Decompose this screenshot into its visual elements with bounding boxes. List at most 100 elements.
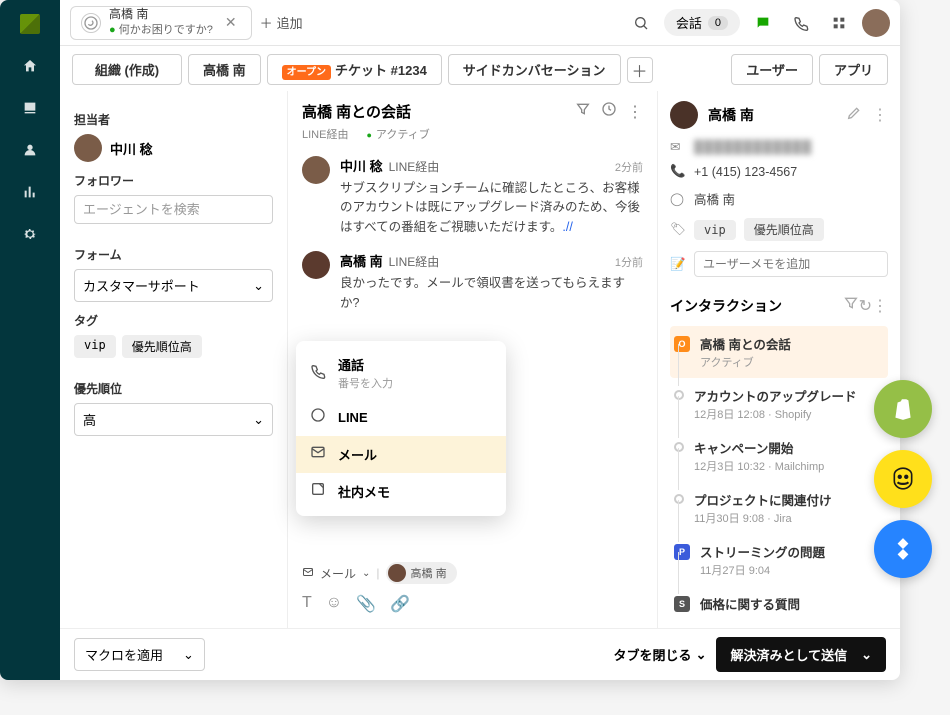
more-icon[interactable]: ⋮ bbox=[627, 102, 643, 122]
priority-label: 優先順位 bbox=[74, 380, 273, 397]
tag-icon: 🏷 bbox=[670, 222, 686, 237]
timeline-item[interactable]: アカウントのアップグレード12月8日 12:08 · Shopify bbox=[670, 378, 888, 430]
refresh-icon[interactable]: ↻ bbox=[859, 296, 872, 316]
message-item: 中川 稔 LINE経由2分前 サブスクリプションチームに確認したところ、お客様の… bbox=[302, 156, 643, 237]
search-icon[interactable] bbox=[626, 8, 656, 38]
channel-line[interactable]: LINE bbox=[296, 399, 506, 436]
assignee-avatar bbox=[74, 134, 102, 162]
chevron-down-icon: ⌄ bbox=[253, 278, 264, 294]
conversations-pill[interactable]: 会話 0 bbox=[664, 9, 740, 36]
attachment-icon[interactable]: 📎 bbox=[356, 594, 376, 614]
history-icon[interactable] bbox=[601, 101, 617, 122]
interactions-title: インタラクション bbox=[670, 296, 843, 316]
jira-icon[interactable] bbox=[874, 520, 932, 578]
recipient-avatar bbox=[388, 564, 406, 582]
topbar: 高橋 南 ● 何かお困りですか? ✕ ＋ 追加 会話 0 bbox=[60, 0, 900, 46]
whatsapp-icon bbox=[310, 407, 328, 428]
channel-dropdown: 通話番号を入力 LINE メール 社内メモ bbox=[296, 341, 506, 516]
agent-avatar bbox=[302, 156, 330, 184]
chevron-down-icon: ⌄ bbox=[183, 647, 194, 663]
timeline-item[interactable]: O高橋 南との会話アクティブ bbox=[670, 326, 888, 378]
link-icon[interactable]: 🔗 bbox=[390, 594, 410, 614]
chat-icon[interactable] bbox=[748, 8, 778, 38]
user-note-input[interactable] bbox=[694, 251, 888, 277]
channel-call[interactable]: 通話番号を入力 bbox=[296, 347, 506, 399]
integration-apps bbox=[874, 380, 932, 578]
timeline-item[interactable]: プロジェクトに関連付け11月30日 9:08 · Jira bbox=[670, 482, 888, 534]
whatsapp-icon: ◯ bbox=[670, 191, 686, 206]
edit-icon[interactable] bbox=[846, 105, 862, 126]
mail-icon: ✉ bbox=[670, 139, 686, 154]
timeline-item[interactable]: キャンペーン開始12月3日 10:32 · Mailchimp bbox=[670, 430, 888, 482]
conversation-title: 高橋 南との会話 bbox=[302, 101, 565, 122]
tab-app[interactable]: アプリ bbox=[819, 54, 888, 85]
inbox-icon[interactable] bbox=[18, 96, 42, 120]
settings-icon[interactable] bbox=[18, 222, 42, 246]
tab-user[interactable]: ユーザー bbox=[731, 54, 813, 85]
tab-side-conv[interactable]: サイドカンバセーション bbox=[448, 54, 621, 85]
phone-icon bbox=[310, 363, 328, 384]
close-tab-button[interactable]: タブを閉じる ⌄ bbox=[614, 645, 707, 664]
composer: メール ⌄ | 高橋 南 T ☺ 📎 🔗 bbox=[288, 554, 657, 628]
tab-customer[interactable]: 高橋 南 bbox=[188, 54, 261, 85]
tab-org[interactable]: 組織 (作成) bbox=[72, 54, 182, 85]
tag-vip[interactable]: vip bbox=[74, 335, 116, 358]
form-label: フォーム bbox=[74, 246, 273, 263]
recipient-chip[interactable]: 高橋 南 bbox=[386, 562, 457, 584]
status-label: アクティブ bbox=[366, 126, 429, 142]
home-icon[interactable] bbox=[18, 54, 42, 78]
apps-icon[interactable] bbox=[824, 8, 854, 38]
whatsapp-icon bbox=[81, 13, 101, 33]
shopify-icon[interactable] bbox=[874, 380, 932, 438]
context-tabs: 組織 (作成) 高橋 南 オープンチケット #1234 サイドカンバセーション … bbox=[60, 46, 900, 91]
follower-input[interactable] bbox=[74, 195, 273, 224]
customer-email: ████████████ bbox=[694, 140, 812, 154]
add-tab-button[interactable]: ＋ 追加 bbox=[260, 13, 303, 32]
tab-ticket[interactable]: オープンチケット #1234 bbox=[267, 54, 442, 85]
chevron-down-icon: ⌄ bbox=[696, 647, 707, 663]
close-icon[interactable]: ✕ bbox=[221, 14, 241, 31]
chevron-down-icon: ⌄ bbox=[362, 568, 370, 579]
mailchimp-icon[interactable] bbox=[874, 450, 932, 508]
submit-button[interactable]: 解決済みとして送信⌄ bbox=[716, 637, 886, 672]
conv-count: 0 bbox=[708, 16, 728, 30]
assignee-field[interactable]: 中川 稔 bbox=[74, 134, 273, 162]
follower-label: フォロワー bbox=[74, 172, 273, 189]
composer-channel[interactable]: メール bbox=[320, 565, 356, 582]
phone-icon[interactable] bbox=[786, 8, 816, 38]
customers-icon[interactable] bbox=[18, 138, 42, 162]
more-icon[interactable]: ⋮ bbox=[872, 296, 888, 316]
conversation-tab[interactable]: 高橋 南 ● 何かお困りですか? ✕ bbox=[70, 6, 252, 40]
customer-phone: +1 (415) 123-4567 bbox=[694, 165, 797, 179]
via-label: LINE経由 bbox=[302, 126, 348, 142]
customer-name: 高橋 南 bbox=[708, 105, 836, 125]
timeline-dot bbox=[674, 390, 684, 400]
user-avatar[interactable] bbox=[862, 9, 890, 37]
tag-priority[interactable]: 優先順位高 bbox=[122, 335, 202, 358]
tag-label: タグ bbox=[74, 312, 273, 329]
interaction-timeline: O高橋 南との会話アクティブアカウントのアップグレード12月8日 12:08 ·… bbox=[670, 326, 888, 621]
emoji-icon[interactable]: ☺ bbox=[326, 594, 342, 614]
customer-panel: 高橋 南 ⋮ ✉████████████ 📞+1 (415) 123-4567 … bbox=[658, 91, 900, 628]
timeline-item[interactable]: S価格に関する質問 bbox=[670, 586, 888, 621]
mail-icon bbox=[310, 444, 328, 465]
form-select[interactable]: カスタマーサポート⌄ bbox=[74, 269, 273, 302]
channel-note[interactable]: 社内メモ bbox=[296, 473, 506, 510]
footer-bar: マクロを適用⌄ タブを閉じる ⌄ 解決済みとして送信⌄ bbox=[60, 628, 900, 680]
timeline-item[interactable]: Pストリーミングの問題11月27日 9:04 bbox=[670, 534, 888, 586]
timeline-badge: O bbox=[674, 336, 690, 352]
mail-icon bbox=[302, 566, 314, 581]
text-format-icon[interactable]: T bbox=[302, 594, 312, 614]
more-icon[interactable]: ⋮ bbox=[872, 105, 888, 125]
filter-icon[interactable] bbox=[575, 101, 591, 122]
macro-button[interactable]: マクロを適用⌄ bbox=[74, 638, 205, 671]
filter-icon[interactable] bbox=[843, 295, 859, 316]
add-context-button[interactable]: ＋ bbox=[627, 57, 653, 83]
conversation-panel: 高橋 南との会話 ⋮ LINE経由 アクティブ 中川 稔 LINE経由2分前 サ… bbox=[288, 91, 658, 628]
channel-mail[interactable]: メール bbox=[296, 436, 506, 473]
customer-avatar bbox=[302, 251, 330, 279]
priority-select[interactable]: 高⌄ bbox=[74, 403, 273, 436]
chevron-down-icon: ⌄ bbox=[253, 412, 264, 428]
reports-icon[interactable] bbox=[18, 180, 42, 204]
logo-icon[interactable] bbox=[18, 12, 42, 36]
